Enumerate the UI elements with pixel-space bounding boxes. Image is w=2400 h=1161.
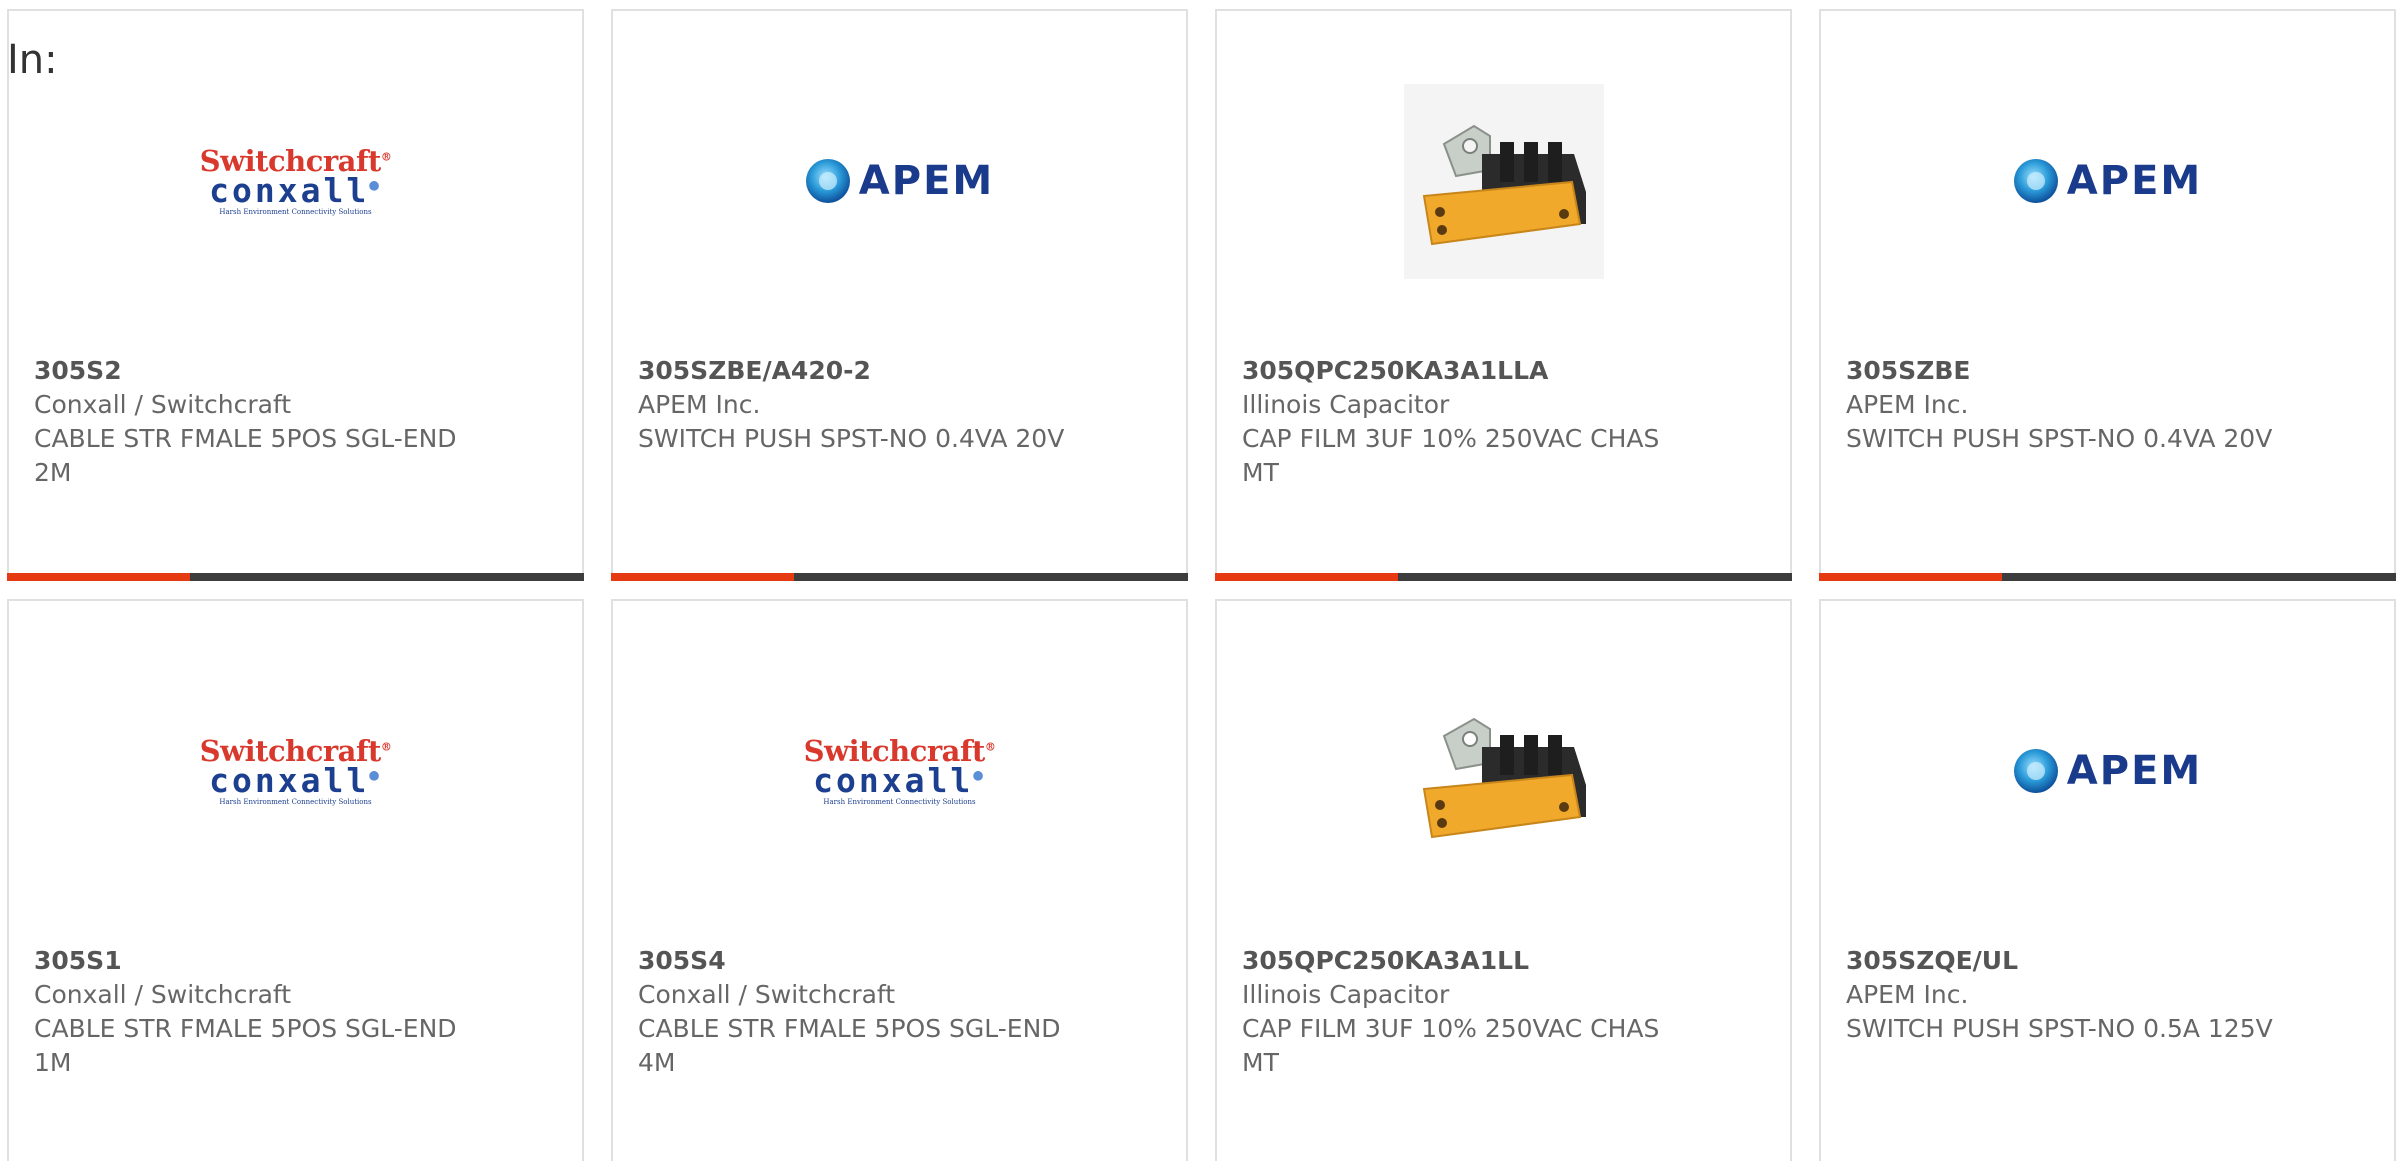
card-accent-bar	[1215, 573, 1792, 581]
manufacturer: Illinois Capacitor	[1242, 980, 1450, 1009]
product-info: 305S4 Conxall / Switchcraft CABLE STR FM…	[638, 944, 1078, 1080]
product-info: 305SZBE APEM Inc. SWITCH PUSH SPST-NO 0.…	[1846, 354, 2286, 456]
product-image: APEM	[613, 71, 1186, 291]
product-image: Switchcraft® conxall● Harsh Environment …	[9, 661, 582, 881]
apem-globe-icon	[805, 159, 850, 203]
card-accent-bar	[7, 573, 584, 581]
product-info: 305QPC250KA3A1LLA Illinois Capacitor CAP…	[1242, 354, 1682, 490]
part-number[interactable]: 305S1	[34, 944, 474, 978]
product-info: 305SZBE/A420-2 APEM Inc. SWITCH PUSH SPS…	[638, 354, 1078, 456]
product-info: 305QPC250KA3A1LL Illinois Capacitor CAP …	[1242, 944, 1682, 1080]
manufacturer: Illinois Capacitor	[1242, 390, 1450, 419]
part-number[interactable]: 305S2	[34, 354, 474, 388]
manufacturer: Conxall / Switchcraft	[34, 390, 292, 419]
product-card[interactable]: 305QPC250KA3A1LL Illinois Capacitor CAP …	[1215, 599, 1792, 1161]
part-number[interactable]: 305SZBE/A420-2	[638, 354, 1078, 388]
product-card[interactable]: APEM 305SZBE APEM Inc. SWITCH PUSH SPST-…	[1819, 9, 2396, 581]
manufacturer: Conxall / Switchcraft	[34, 980, 292, 1009]
product-info: 305S2 Conxall / Switchcraft CABLE STR FM…	[34, 354, 474, 490]
card-accent-bar	[1819, 573, 2396, 581]
part-number[interactable]: 305SZBE	[1846, 354, 2286, 388]
description: CAP FILM 3UF 10% 250VAC CHAS MT	[1242, 1014, 1660, 1077]
product-card[interactable]: Switchcraft® conxall● Harsh Environment …	[7, 9, 584, 581]
manufacturer: Conxall / Switchcraft	[638, 980, 896, 1009]
description: SWITCH PUSH SPST-NO 0.5A 125V	[1846, 1014, 2273, 1043]
product-image: APEM	[1821, 71, 2394, 291]
product-card[interactable]: 305QPC250KA3A1LLA Illinois Capacitor CAP…	[1215, 9, 1792, 581]
product-image: Switchcraft® conxall● Harsh Environment …	[613, 661, 1186, 881]
product-info: 305SZQE/UL APEM Inc. SWITCH PUSH SPST-NO…	[1846, 944, 2286, 1046]
apem-logo: APEM	[2013, 748, 2202, 794]
switchcraft-conxall-logo: Switchcraft® conxall● Harsh Environment …	[803, 733, 996, 806]
product-image	[1217, 661, 1790, 881]
apem-logo: APEM	[2013, 158, 2202, 204]
apem-logo: APEM	[805, 158, 994, 204]
in-label: In:	[7, 37, 58, 83]
switchcraft-conxall-logo: Switchcraft® conxall● Harsh Environment …	[199, 733, 392, 806]
product-image	[1217, 71, 1790, 291]
product-card[interactable]: APEM 305SZQE/UL APEM Inc. SWITCH PUSH SP…	[1819, 599, 2396, 1161]
part-number[interactable]: 305S4	[638, 944, 1078, 978]
card-accent-bar	[611, 573, 1188, 581]
manufacturer: APEM Inc.	[1846, 980, 1969, 1009]
apem-globe-icon	[2013, 749, 2058, 793]
product-image: APEM	[1821, 661, 2394, 881]
manufacturer: APEM Inc.	[1846, 390, 1969, 419]
description: SWITCH PUSH SPST-NO 0.4VA 20V	[1846, 424, 2273, 453]
page: In: Switchcraft® conxall● Harsh Environm…	[0, 0, 2400, 1161]
description: CABLE STR FMALE 5POS SGL-END 1M	[34, 1014, 457, 1077]
manufacturer: APEM Inc.	[638, 390, 761, 419]
part-number[interactable]: 305QPC250KA3A1LLA	[1242, 354, 1682, 388]
capacitor-photo	[1422, 717, 1586, 839]
product-card[interactable]: APEM 305SZBE/A420-2 APEM Inc. SWITCH PUS…	[611, 9, 1188, 581]
description: CABLE STR FMALE 5POS SGL-END 4M	[638, 1014, 1061, 1077]
capacitor-photo	[1403, 83, 1604, 279]
product-image: Switchcraft® conxall● Harsh Environment …	[9, 71, 582, 291]
switchcraft-conxall-logo: Switchcraft® conxall● Harsh Environment …	[199, 143, 392, 216]
product-info: 305S1 Conxall / Switchcraft CABLE STR FM…	[34, 944, 474, 1080]
product-card[interactable]: Switchcraft® conxall● Harsh Environment …	[7, 599, 584, 1161]
product-card[interactable]: Switchcraft® conxall● Harsh Environment …	[611, 599, 1188, 1161]
part-number[interactable]: 305SZQE/UL	[1846, 944, 2286, 978]
description: CAP FILM 3UF 10% 250VAC CHAS MT	[1242, 424, 1660, 487]
description: CABLE STR FMALE 5POS SGL-END 2M	[34, 424, 457, 487]
description: SWITCH PUSH SPST-NO 0.4VA 20V	[638, 424, 1065, 453]
part-number[interactable]: 305QPC250KA3A1LL	[1242, 944, 1682, 978]
apem-globe-icon	[2013, 159, 2058, 203]
